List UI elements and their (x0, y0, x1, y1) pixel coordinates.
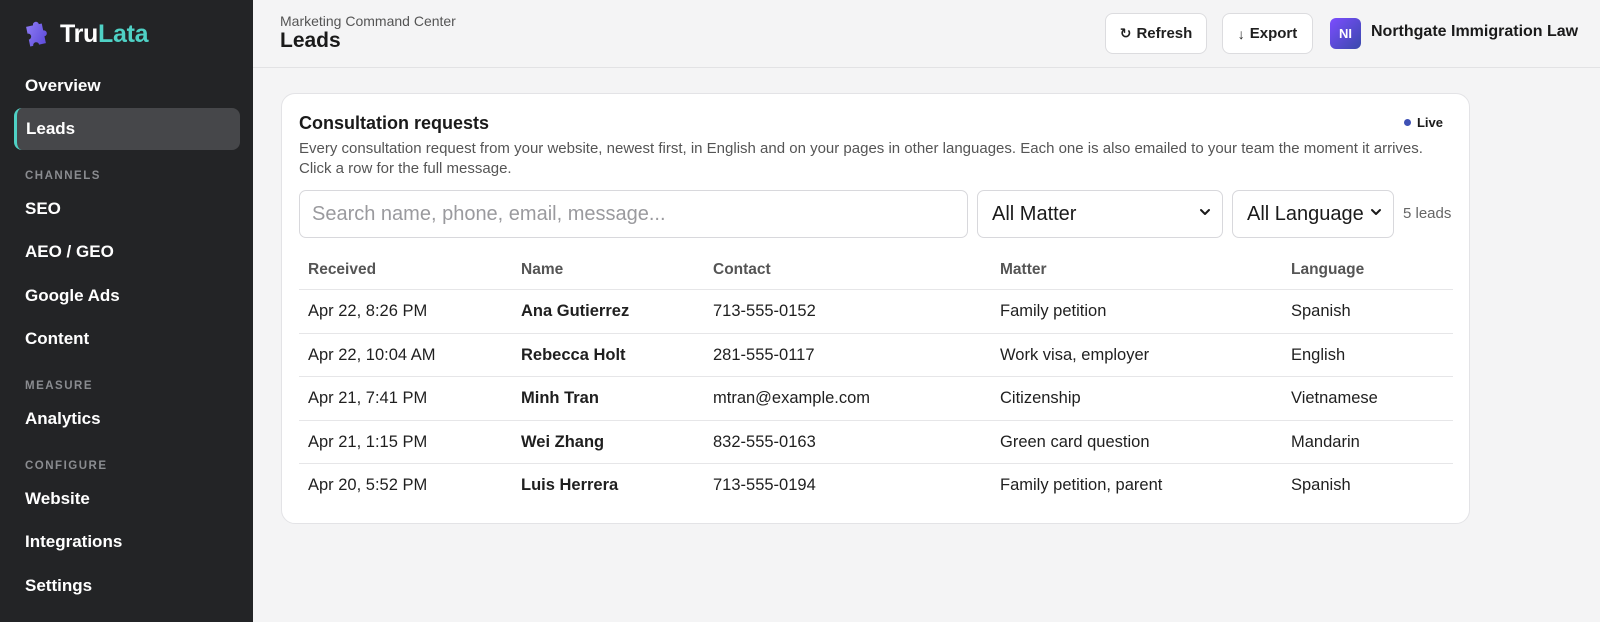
refresh-button[interactable]: ↻ Refresh (1105, 13, 1207, 54)
table-header: Received Name Contact Matter Language (299, 246, 1453, 290)
card-description: Every consultation request from your web… (299, 140, 1423, 177)
card-title: Consultation requests (299, 113, 490, 133)
puzzle-icon (26, 21, 47, 46)
table-row[interactable]: Apr 22, 8:26 PM Ana Gutierrez 713-555-01… (299, 290, 1453, 334)
sidebar-item-google-ads[interactable]: Google Ads (14, 275, 240, 317)
export-label: Export (1249, 25, 1298, 42)
cell-matter: Work visa, employer (1000, 345, 1150, 364)
table-row[interactable]: Apr 21, 1:15 PM Wei Zhang 832-555-0163 G… (299, 421, 1453, 464)
cell-name: Rebecca Holt (521, 345, 626, 364)
sidebar-item-overview[interactable]: Overview (14, 65, 240, 107)
chevron-down-icon (1200, 209, 1210, 215)
brand[interactable]: TruLata (22, 20, 149, 49)
arrow-down-icon: ↓ (1237, 25, 1245, 42)
org-name[interactable]: Northgate Immigration Law (1371, 23, 1578, 41)
section-label-channels: CHANNELS (25, 170, 101, 182)
brand-name: TruLata (60, 20, 149, 48)
section-label-measure: MEASURE (25, 380, 94, 392)
cell-name: Minh Tran (521, 389, 599, 407)
header: Marketing Command Center Leads ↻ Refresh… (253, 0, 1600, 68)
sidebar-item-integrations[interactable]: Integrations (14, 521, 240, 563)
column-header-language[interactable]: Language (1291, 261, 1364, 279)
leads-table: Received Name Contact Matter Language Ap… (299, 246, 1453, 508)
cell-language: Mandarin (1291, 432, 1360, 451)
cell-matter: Green card question (1000, 432, 1150, 451)
language-filter-value: All Language (1247, 202, 1364, 225)
sidebar-item-leads[interactable]: Leads (14, 108, 240, 150)
consultation-requests-card: Consultation requests Live Every consult… (281, 93, 1470, 524)
cell-contact: mtran@example.com (713, 389, 871, 407)
matter-filter-select[interactable]: All Matter (977, 190, 1223, 238)
cell-received: Apr 22, 10:04 AM (308, 345, 436, 364)
sidebar-item-website[interactable]: Website (14, 478, 240, 520)
column-header-name[interactable]: Name (521, 261, 563, 279)
sidebar-item-settings[interactable]: Settings (14, 565, 240, 607)
cell-name: Luis Herrera (521, 476, 619, 494)
column-header-contact[interactable]: Contact (713, 261, 771, 279)
refresh-icon: ↻ (1119, 25, 1132, 41)
cell-language: Spanish (1291, 302, 1351, 320)
cell-received: Apr 22, 8:26 PM (308, 302, 428, 320)
cell-language: English (1291, 345, 1346, 364)
cell-received: Apr 21, 7:41 PM (308, 389, 428, 407)
table-row[interactable]: Apr 20, 5:52 PM Luis Herrera 713-555-019… (299, 464, 1453, 508)
column-header-received[interactable]: Received (308, 261, 376, 279)
cell-matter: Citizenship (1000, 389, 1081, 407)
sidebar-item-analytics[interactable]: Analytics (14, 398, 240, 440)
page-subtitle: Marketing Command Center (280, 13, 456, 29)
org-avatar[interactable]: NI (1330, 18, 1361, 49)
matter-filter-value: All Matter (992, 202, 1077, 225)
sidebar-item-seo[interactable]: SEO (14, 188, 240, 230)
cell-contact: 281-555-0117 (713, 345, 815, 364)
cell-matter: Family petition (1000, 302, 1107, 320)
cell-name: Ana Gutierrez (521, 302, 630, 320)
sidebar-item-content[interactable]: Content (14, 318, 240, 360)
refresh-label: Refresh (1136, 25, 1193, 42)
cell-contact: 713-555-0194 (713, 476, 816, 494)
cell-contact: 832-555-0163 (713, 432, 816, 451)
cell-language: Spanish (1291, 476, 1351, 494)
live-dot-icon (1403, 119, 1411, 126)
cell-contact: 713-555-0152 (713, 302, 816, 320)
live-label: Live (1416, 115, 1443, 130)
cell-name: Wei Zhang (521, 432, 605, 451)
sidebar-item-aeo-geo[interactable]: AEO / GEO (14, 231, 240, 273)
section-label-configure: CONFIGURE (25, 460, 108, 472)
table-row[interactable]: Apr 21, 7:41 PM Minh Tran mtran@example.… (299, 377, 1453, 421)
page-title: Leads (280, 29, 341, 52)
cell-matter: Family petition, parent (1000, 476, 1163, 494)
cell-language: Vietnamese (1291, 389, 1378, 407)
cell-received: Apr 20, 5:52 PM (308, 476, 428, 494)
language-filter-select[interactable]: All Language (1232, 190, 1394, 238)
search-input[interactable] (299, 190, 968, 238)
column-header-matter[interactable]: Matter (1000, 261, 1047, 279)
cell-received: Apr 21, 1:15 PM (308, 432, 428, 451)
table-row[interactable]: Apr 22, 10:04 AM Rebecca Holt 281-555-01… (299, 334, 1453, 377)
sidebar: TruLata Overview Leads CHANNELS SEO AEO … (0, 0, 253, 622)
lead-count: 5 leads (1403, 205, 1452, 222)
chevron-down-icon (1371, 209, 1381, 215)
export-button[interactable]: ↓ Export (1222, 13, 1313, 54)
live-indicator: Live (1403, 115, 1443, 130)
